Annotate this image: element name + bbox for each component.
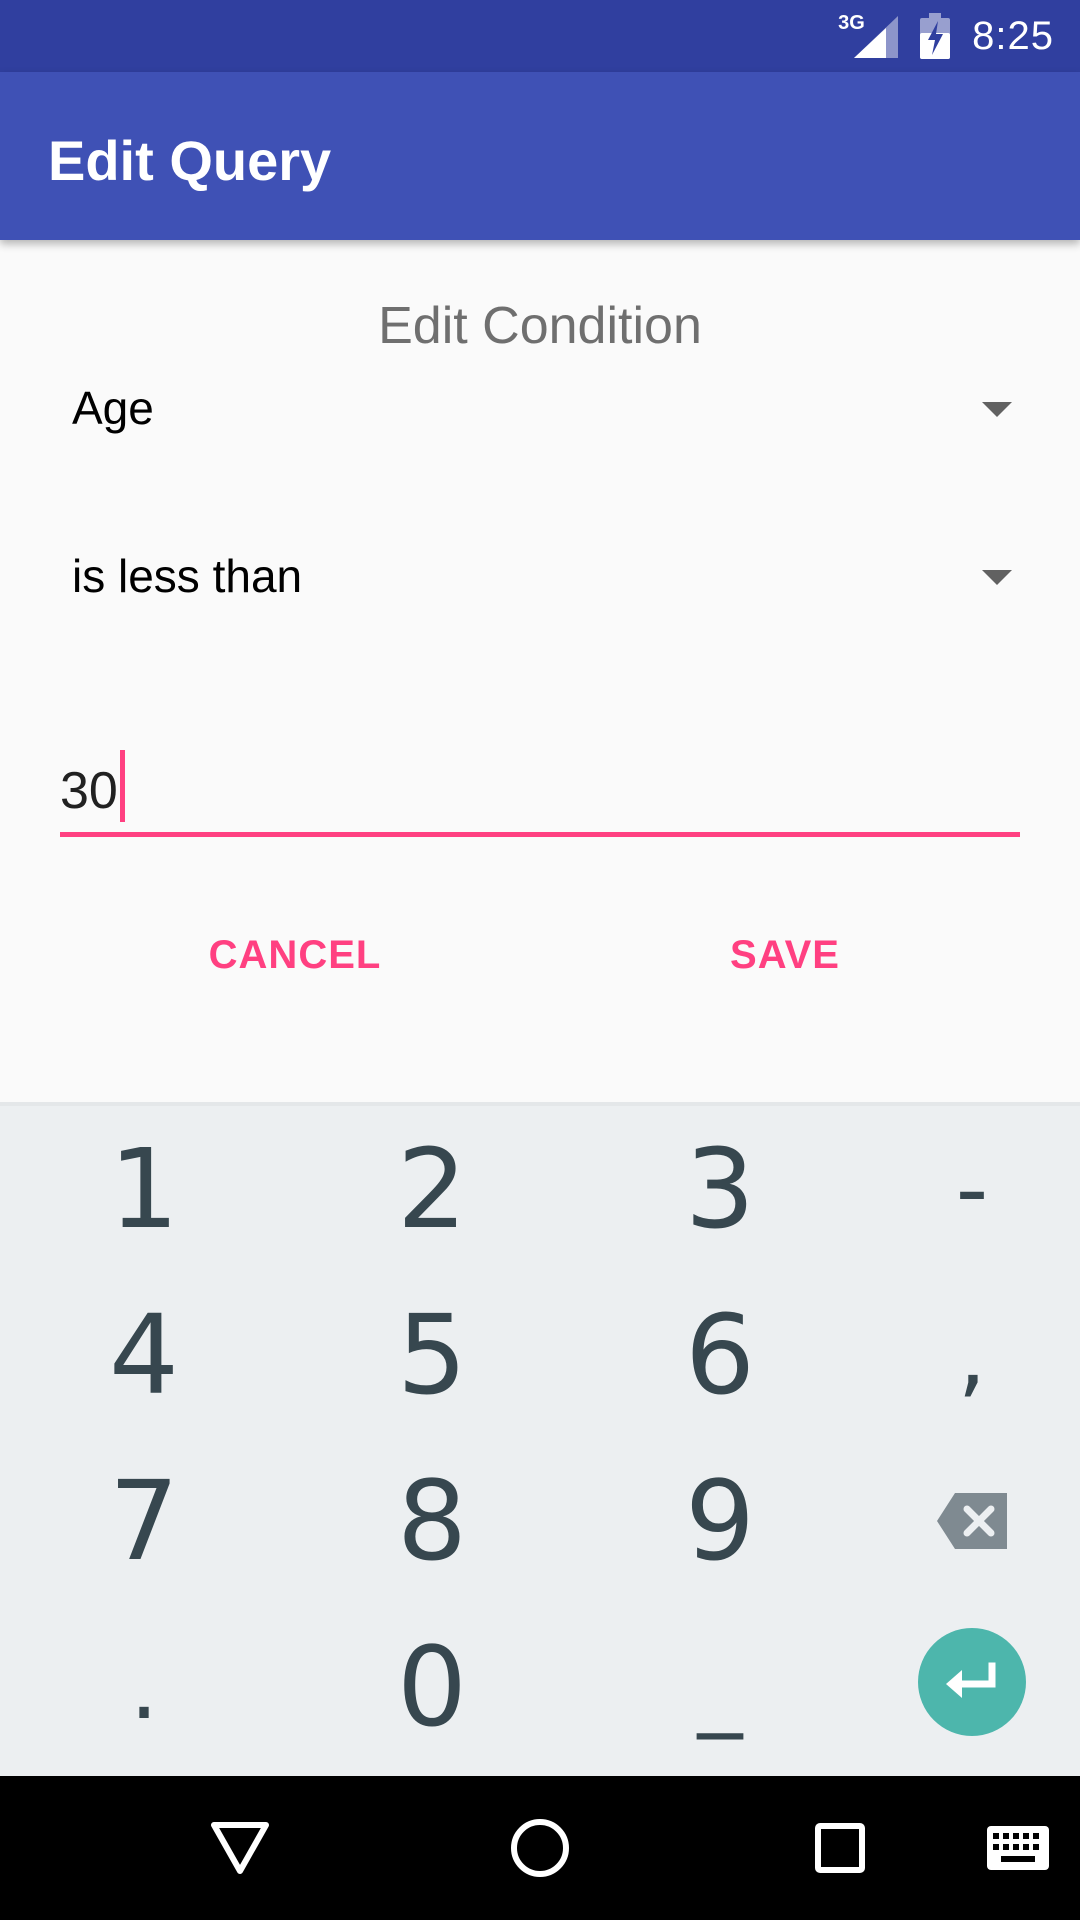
value-input-underline [60,832,1020,837]
signal-icon [854,16,899,58]
key-space[interactable]: _ [620,1604,820,1770]
dialog-title: Edit Condition [378,297,702,355]
key-9[interactable]: 9 [620,1438,820,1604]
back-triangle-icon [211,1822,269,1874]
field-select-value: Age [72,382,154,434]
edit-condition-dialog: Edit Condition Age is less than 30 CANCE… [0,240,1080,1102]
keyboard-icon [987,1826,1049,1870]
key-4[interactable]: 4 [44,1272,244,1438]
recents-square-icon [815,1823,865,1873]
keyboard-switch-button[interactable] [968,1798,1068,1898]
key-period[interactable]: . [44,1604,244,1770]
enter-key[interactable] [918,1628,1026,1736]
cancel-button[interactable]: CANCEL [160,910,430,1000]
key-5[interactable]: 5 [332,1272,532,1438]
key-8[interactable]: 8 [332,1438,532,1604]
save-button[interactable]: SAVE [660,910,910,1000]
field-select[interactable]: Age [60,358,1020,458]
dropdown-arrow-icon [982,402,1012,417]
value-input[interactable]: 30 [60,730,1020,840]
battery-charging-icon [920,13,951,59]
backspace-key[interactable] [872,1438,1072,1604]
dropdown-arrow-icon [982,570,1012,585]
value-input-text: 30 [60,762,118,820]
value-input-text-wrap: 30 [60,750,125,822]
text-cursor [119,750,125,822]
key-6[interactable]: 6 [620,1272,820,1438]
home-button[interactable] [490,1798,590,1898]
backspace-icon [937,1493,1007,1549]
enter-icon [946,1662,996,1698]
recents-button[interactable] [790,1798,890,1898]
home-circle-icon [511,1819,569,1877]
key-0[interactable]: 0 [332,1604,532,1770]
network-indicator: 3G [838,12,899,58]
key-minus[interactable]: - [872,1106,1072,1272]
key-2[interactable]: 2 [332,1106,532,1272]
key-7[interactable]: 7 [44,1438,244,1604]
key-comma[interactable]: , [872,1272,1072,1438]
status-bar: 3G 8:25 [0,0,1080,72]
app-bar-title: Edit Query [48,129,332,192]
key-3[interactable]: 3 [620,1106,820,1272]
app-bar: Edit Query [0,72,1080,240]
navigation-bar [0,1776,1080,1920]
clock: 8:25 [972,13,1054,58]
operator-select-value: is less than [72,550,303,602]
operator-select[interactable]: is less than [60,526,1020,626]
key-1[interactable]: 1 [44,1106,244,1272]
back-button[interactable] [190,1798,290,1898]
numeric-keyboard: 1 2 3 - 4 5 6 , 7 8 9 . 0 _ [0,1102,1080,1776]
